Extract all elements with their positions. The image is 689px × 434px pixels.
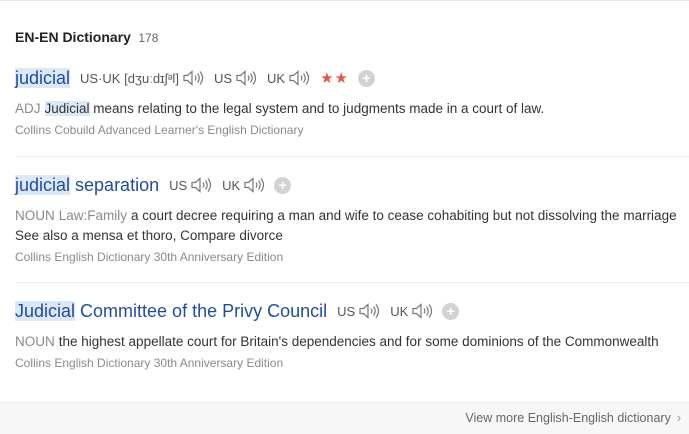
- part-of-speech: NOUN: [15, 208, 55, 223]
- view-more-link[interactable]: View more English-English dictionary ›: [465, 411, 681, 425]
- section-header: EN-EN Dictionary 178: [15, 29, 158, 47]
- headword-link[interactable]: Judicial Committee of the Privy Council: [15, 300, 328, 322]
- entry-header: judicial separation US UK +: [15, 173, 689, 197]
- result-count: 178: [138, 31, 159, 45]
- headword-highlight: Judicial: [15, 300, 76, 321]
- phonetic-label: US·UK [dʒuːdɪʃᵊl]: [80, 70, 179, 86]
- headword-highlight: judicial: [15, 174, 71, 195]
- plus-icon[interactable]: +: [357, 69, 375, 87]
- entry-divider: [15, 156, 689, 157]
- part-of-speech: NOUN: [15, 334, 55, 349]
- view-more-label: View more English-English dictionary: [465, 411, 671, 425]
- speaker-icon[interactable]: [358, 302, 380, 320]
- definition: NOUN Law:Family a court decree requiring a…: [15, 206, 687, 246]
- dictionary-entry: Judicial Committee of the Privy Council …: [15, 299, 689, 370]
- subject-label: Law:Family: [58, 208, 128, 223]
- footer-bar: View more English-English dictionary ›: [0, 402, 689, 434]
- us-label: US: [169, 177, 188, 193]
- speaker-icon[interactable]: [288, 69, 310, 87]
- frequency-stars: ★★: [320, 70, 349, 87]
- chevron-right-icon: ›: [676, 411, 681, 425]
- speaker-icon[interactable]: [182, 69, 204, 87]
- entry-divider: [15, 282, 689, 283]
- entry-header: Judicial Committee of the Privy Council …: [15, 299, 689, 323]
- source-label: Collins English Dictionary 30th Annivers…: [15, 250, 284, 264]
- definition: ADJ Judicial means relating to the legal …: [15, 99, 687, 119]
- source-label: Collins Cobuild Advanced Learner's Engli…: [15, 123, 304, 137]
- definition-text: means relating to the legal system and t…: [89, 101, 545, 116]
- speaker-icon[interactable]: [411, 302, 433, 320]
- plus-icon[interactable]: +: [442, 302, 460, 320]
- headword-link[interactable]: judicial separation: [15, 174, 160, 196]
- headword-highlight: judicial: [15, 67, 71, 88]
- uk-label: UK: [222, 177, 241, 193]
- source-label: Collins English Dictionary 30th Annivers…: [15, 356, 284, 370]
- speaker-icon[interactable]: [235, 69, 257, 87]
- dictionary-entry: judicial US·UK [dʒuːdɪʃᵊl] US UK ★★ + AD…: [15, 66, 689, 137]
- us-label: US: [213, 70, 232, 86]
- entry-header: judicial US·UK [dʒuːdɪʃᵊl] US UK ★★ +: [15, 66, 689, 90]
- speaker-icon[interactable]: [243, 176, 265, 194]
- section-title: EN-EN Dictionary: [15, 29, 131, 45]
- definition-text: the highest appellate court for Britain'…: [58, 334, 659, 349]
- definition-highlight: Judicial: [44, 101, 90, 116]
- top-divider: [0, 0, 689, 1]
- definition: NOUN the highest appellate court for Brit…: [15, 332, 687, 352]
- uk-label: UK: [390, 303, 409, 319]
- speaker-icon[interactable]: [190, 176, 212, 194]
- headword-rest: Committee of the Privy Council: [75, 300, 328, 321]
- headword-rest: separation: [70, 174, 160, 195]
- dictionary-entry: judicial separation US UK + NOUN Law:Fami…: [15, 173, 689, 264]
- part-of-speech: ADJ: [15, 101, 41, 116]
- uk-label: UK: [267, 70, 286, 86]
- headword-link[interactable]: judicial: [15, 67, 71, 89]
- us-label: US: [337, 303, 356, 319]
- plus-icon[interactable]: +: [274, 176, 292, 194]
